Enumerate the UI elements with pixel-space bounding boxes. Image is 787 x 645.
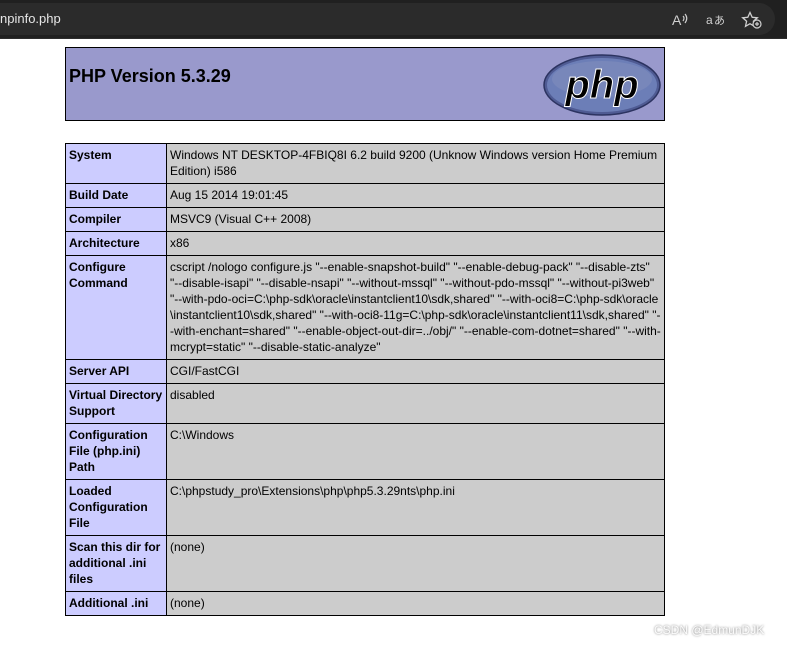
row-key: Server API <box>65 359 167 384</box>
row-value: C:\phpstudy_pro\Extensions\php\php5.3.29… <box>166 479 665 536</box>
php-header: PHP Version 5.3.29 php <box>65 47 665 121</box>
row-key: System <box>65 143 167 184</box>
php-logo-icon[interactable]: php <box>542 54 662 116</box>
table-row: Additional .ini (none) <box>65 591 665 616</box>
translate-icon[interactable]: a あ <box>704 11 726 29</box>
row-value: CGI/FastCGI <box>166 359 665 384</box>
address-bar[interactable]: npinfo.php A a あ <box>0 3 775 35</box>
row-key: Architecture <box>65 231 167 256</box>
toolbar-divider <box>0 38 787 39</box>
row-key: Compiler <box>65 207 167 232</box>
row-value: cscript /nologo configure.js "--enable-s… <box>166 255 665 360</box>
svg-text:a: a <box>706 13 713 27</box>
browser-toolbar: npinfo.php A a あ <box>0 0 787 38</box>
phpinfo-content: PHP Version 5.3.29 php System Windows NT… <box>65 47 665 616</box>
row-value: Aug 15 2014 19:01:45 <box>166 183 665 208</box>
row-key: Additional .ini <box>65 591 167 616</box>
row-value: x86 <box>166 231 665 256</box>
row-key: Configure Command <box>65 255 167 360</box>
table-row: Architecture x86 <box>65 231 665 256</box>
read-aloud-icon[interactable]: A <box>669 11 691 29</box>
table-row: Scan this dir for additional .ini files … <box>65 535 665 592</box>
row-value: disabled <box>166 383 665 424</box>
table-row: Configure Command cscript /nologo config… <box>65 255 665 360</box>
info-table: System Windows NT DESKTOP-4FBIQ8I 6.2 bu… <box>65 143 665 616</box>
row-key: Configuration File (php.ini) Path <box>65 423 167 480</box>
watermark: CSDN @EdmunDJK <box>654 623 765 637</box>
row-value: Windows NT DESKTOP-4FBIQ8I 6.2 build 920… <box>166 143 665 184</box>
table-row: Virtual Directory Support disabled <box>65 383 665 424</box>
row-key: Virtual Directory Support <box>65 383 167 424</box>
table-row: Loaded Configuration File C:\phpstudy_pr… <box>65 479 665 536</box>
table-row: Build Date Aug 15 2014 19:01:45 <box>65 183 665 208</box>
row-value: (none) <box>166 591 665 616</box>
page-title: PHP Version 5.3.29 <box>69 66 231 86</box>
row-value: MSVC9 (Visual C++ 2008) <box>166 207 665 232</box>
table-row: Server API CGI/FastCGI <box>65 359 665 384</box>
favorite-add-icon[interactable] <box>741 11 763 29</box>
row-value: (none) <box>166 535 665 592</box>
address-bar-url[interactable]: npinfo.php <box>0 11 61 26</box>
row-key: Loaded Configuration File <box>65 479 167 536</box>
php-logo-text: php <box>564 63 638 107</box>
row-key: Build Date <box>65 183 167 208</box>
svg-text:A: A <box>672 12 682 28</box>
row-key: Scan this dir for additional .ini files <box>65 535 167 592</box>
row-value: C:\Windows <box>166 423 665 480</box>
table-row: Compiler MSVC9 (Visual C++ 2008) <box>65 207 665 232</box>
svg-text:あ: あ <box>714 14 725 27</box>
table-row: System Windows NT DESKTOP-4FBIQ8I 6.2 bu… <box>65 143 665 184</box>
table-row: Configuration File (php.ini) Path C:\Win… <box>65 423 665 480</box>
